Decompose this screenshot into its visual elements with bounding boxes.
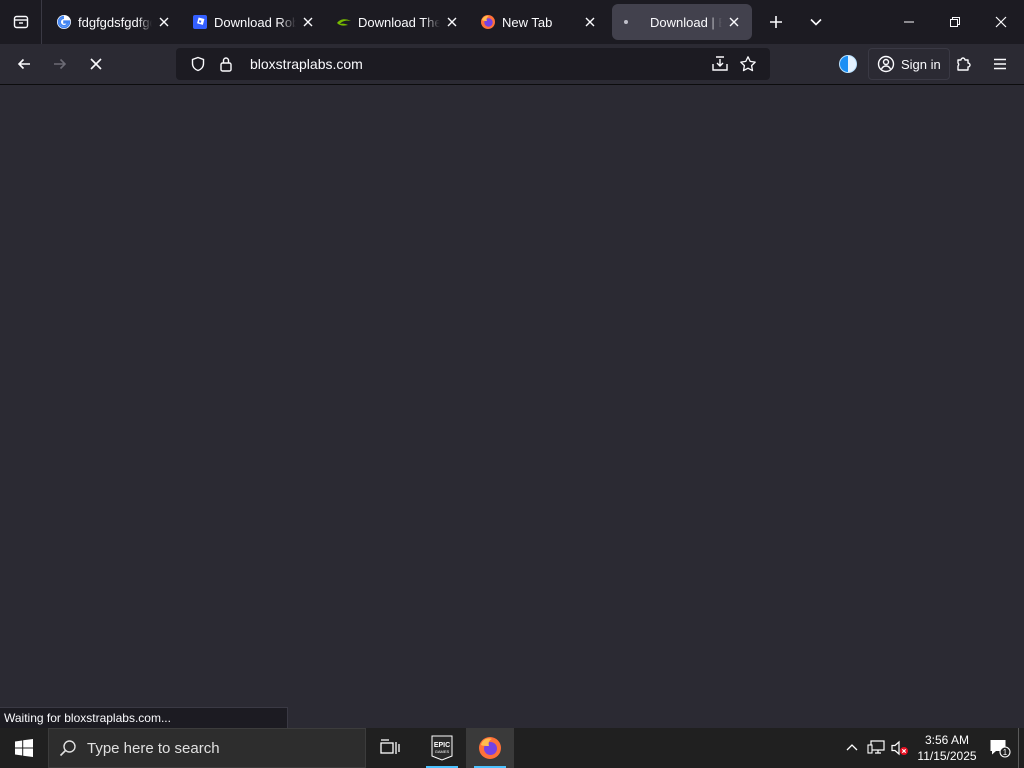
taskbar: Type here to search EPIC GAMES 3:56 AM 11… bbox=[0, 728, 1024, 768]
new-tab-button[interactable] bbox=[756, 0, 796, 44]
download-page-icon[interactable] bbox=[706, 50, 734, 78]
close-tab-icon[interactable] bbox=[582, 14, 598, 30]
sign-in-button[interactable]: Sign in bbox=[868, 48, 950, 80]
arrow-left-icon bbox=[17, 58, 30, 70]
status-panel: Waiting for bloxstraplabs.com... bbox=[0, 707, 288, 728]
tab-title: fdgfgdsfgdfgd - bbox=[78, 14, 152, 30]
tab-3[interactable]: New Tab bbox=[470, 4, 608, 40]
puzzle-icon bbox=[957, 57, 971, 71]
clock-time: 3:56 AM bbox=[924, 733, 970, 747]
minimize-icon bbox=[904, 21, 914, 23]
tab-1[interactable]: Download Roblox bbox=[182, 4, 326, 40]
nav-bar: bloxstraplabs.com Sign in bbox=[0, 44, 1024, 85]
restore-icon bbox=[950, 17, 960, 27]
tab-2[interactable]: Download The GeForce bbox=[326, 4, 470, 40]
windows-logo-icon bbox=[15, 739, 33, 757]
half-circle-extension-icon bbox=[839, 55, 857, 73]
list-all-tabs-button[interactable] bbox=[796, 0, 836, 44]
tab-title: Download Roblox bbox=[214, 14, 296, 30]
notification-icon: 1 bbox=[990, 740, 1011, 758]
search-placeholder: Type here to search bbox=[87, 739, 220, 757]
network-icon bbox=[867, 740, 885, 754]
notification-center-button[interactable]: 1 bbox=[982, 728, 1018, 768]
roblox-icon bbox=[192, 14, 208, 30]
firefox-view-icon bbox=[13, 15, 28, 29]
sign-in-label: Sign in bbox=[901, 56, 941, 72]
close-icon bbox=[995, 16, 1007, 28]
lock-icon[interactable] bbox=[212, 50, 240, 78]
start-button[interactable] bbox=[0, 728, 48, 768]
account-icon bbox=[877, 55, 895, 73]
firefox-taskbar-button[interactable] bbox=[466, 728, 514, 768]
task-view-button[interactable] bbox=[366, 728, 414, 768]
tab-0[interactable]: fdgfgdsfgdfgd - bbox=[46, 4, 182, 40]
tab-bar: fdgfgdsfgdfgd - Download Roblox Download… bbox=[0, 0, 1024, 44]
stop-loading-icon bbox=[90, 58, 102, 70]
clock[interactable]: 3:56 AM 11/15/2025 bbox=[912, 732, 982, 764]
url-text[interactable]: bloxstraplabs.com bbox=[250, 56, 706, 72]
google-icon bbox=[56, 14, 72, 30]
loading-dot-icon bbox=[622, 14, 638, 30]
taskbar-search[interactable]: Type here to search bbox=[48, 728, 366, 768]
arrow-right-icon bbox=[54, 58, 67, 70]
back-button[interactable] bbox=[6, 48, 42, 80]
system-tray: 3:56 AM 11/15/2025 1 bbox=[840, 728, 1024, 768]
chevron-up-icon bbox=[846, 744, 858, 751]
close-tab-icon[interactable] bbox=[726, 14, 742, 30]
firefox-icon bbox=[479, 737, 501, 759]
tab-4-active[interactable]: Download | Bloxstrap bbox=[612, 4, 752, 40]
speaker-muted-icon bbox=[891, 740, 908, 756]
firefox-icon bbox=[480, 14, 496, 30]
page-content[interactable] bbox=[0, 85, 1024, 728]
minimize-button[interactable] bbox=[886, 0, 932, 44]
svg-text:GAMES: GAMES bbox=[435, 749, 450, 754]
close-window-button[interactable] bbox=[978, 0, 1024, 44]
tab-title: Download | Bloxstrap bbox=[650, 14, 722, 30]
volume-button[interactable] bbox=[888, 728, 912, 768]
menu-button[interactable] bbox=[982, 48, 1018, 80]
tracking-protection-icon[interactable] bbox=[184, 50, 212, 78]
url-bar[interactable]: bloxstraplabs.com bbox=[176, 48, 770, 80]
restore-button[interactable] bbox=[932, 0, 978, 44]
svg-text:EPIC: EPIC bbox=[434, 742, 450, 749]
extension-button[interactable] bbox=[830, 48, 866, 80]
notification-count: 1 bbox=[1003, 748, 1008, 757]
show-desktop-button[interactable] bbox=[1018, 728, 1024, 768]
network-button[interactable] bbox=[864, 728, 888, 768]
forward-button[interactable] bbox=[42, 48, 78, 80]
extensions-button[interactable] bbox=[946, 48, 982, 80]
show-hidden-icons-button[interactable] bbox=[840, 728, 864, 768]
bookmark-star-icon[interactable] bbox=[734, 50, 762, 78]
chevron-down-icon bbox=[810, 18, 822, 26]
close-tab-icon[interactable] bbox=[156, 14, 172, 30]
hamburger-menu-icon bbox=[994, 58, 1006, 70]
clock-date: 11/15/2025 bbox=[917, 749, 977, 763]
tab-title: Download The GeForce bbox=[358, 14, 440, 30]
nvidia-icon bbox=[336, 14, 352, 30]
epic-games-taskbar-button[interactable]: EPIC GAMES bbox=[418, 728, 466, 768]
task-view-icon bbox=[380, 739, 400, 754]
close-tab-icon[interactable] bbox=[444, 14, 460, 30]
stop-button[interactable] bbox=[78, 48, 114, 80]
epic-games-icon: EPICGAMES bbox=[431, 735, 453, 761]
firefox-view-button[interactable] bbox=[0, 0, 42, 44]
plus-icon bbox=[770, 16, 782, 28]
close-tab-icon[interactable] bbox=[300, 14, 316, 30]
tab-title: New Tab bbox=[502, 14, 553, 30]
search-icon bbox=[59, 740, 76, 757]
